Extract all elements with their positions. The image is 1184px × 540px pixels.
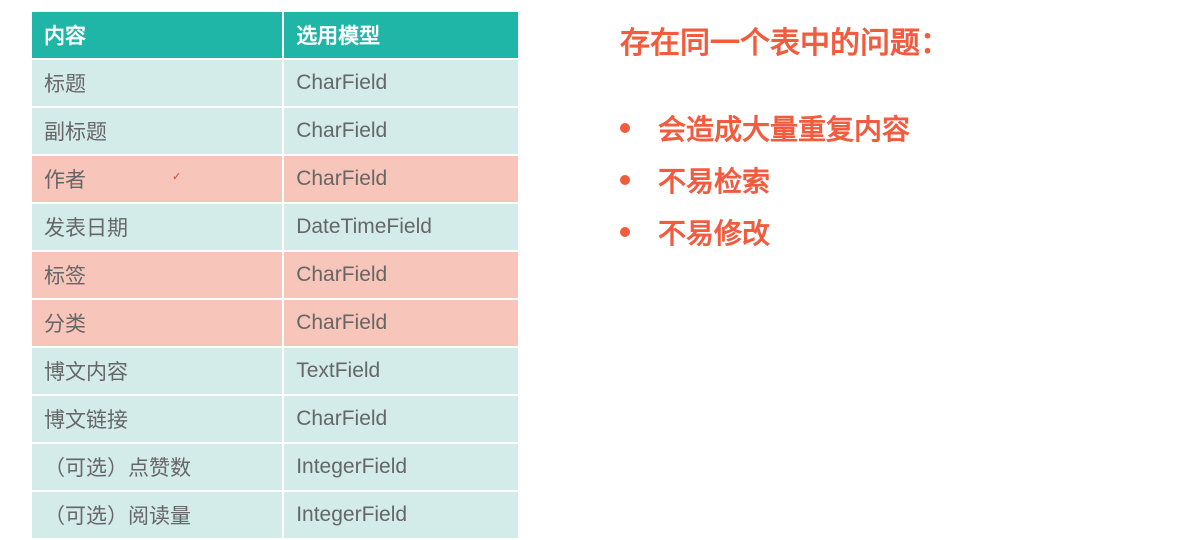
issues-panel: 存在同一个表中的问题： 会造成大量重复内容 不易检索 不易修改: [520, 10, 1154, 492]
cell-content: 标签: [31, 251, 283, 299]
model-table-panel: 内容 选用模型 标题 CharField 副标题 CharField 作者 Ch…: [30, 10, 520, 492]
table-row: 标题 CharField: [31, 59, 519, 107]
cell-model: TextField: [283, 347, 519, 395]
cell-content: 标题: [31, 59, 283, 107]
table-row: 分类 CharField: [31, 299, 519, 347]
bullet-icon: [620, 175, 630, 185]
bullet-icon: [620, 227, 630, 237]
bullet-icon: [620, 123, 630, 133]
list-item-text: 不易检索: [658, 160, 770, 200]
table-row: （可选）点赞数 IntegerField: [31, 443, 519, 491]
list-item: 不易修改: [620, 206, 1154, 258]
cell-content: （可选）阅读量: [31, 491, 283, 539]
table-row: 副标题 CharField: [31, 107, 519, 155]
model-table-body: 标题 CharField 副标题 CharField 作者 CharField …: [31, 59, 519, 539]
cell-content: 发表日期: [31, 203, 283, 251]
list-item-text: 不易修改: [658, 212, 770, 252]
cell-model: CharField: [283, 155, 519, 203]
cell-content: （可选）点赞数: [31, 443, 283, 491]
issues-heading: 存在同一个表中的问题：: [620, 18, 1154, 62]
cell-content: 副标题: [31, 107, 283, 155]
cell-content: 作者: [31, 155, 283, 203]
table-row: （可选）阅读量 IntegerField: [31, 491, 519, 539]
list-item-text: 会造成大量重复内容: [658, 108, 910, 148]
table-row: 发表日期 DateTimeField: [31, 203, 519, 251]
table-row: 博文内容 TextField: [31, 347, 519, 395]
issues-list: 会造成大量重复内容 不易检索 不易修改: [620, 102, 1154, 258]
table-row: 标签 CharField: [31, 251, 519, 299]
cell-model: CharField: [283, 395, 519, 443]
cell-model: DateTimeField: [283, 203, 519, 251]
cell-model: IntegerField: [283, 443, 519, 491]
cell-model: CharField: [283, 251, 519, 299]
cell-content: 博文内容: [31, 347, 283, 395]
header-content: 内容: [31, 11, 283, 59]
header-model: 选用模型: [283, 11, 519, 59]
cell-content: 博文链接: [31, 395, 283, 443]
cell-content: 分类: [31, 299, 283, 347]
table-row: 作者 CharField: [31, 155, 519, 203]
list-item: 不易检索: [620, 154, 1154, 206]
list-item: 会造成大量重复内容: [620, 102, 1154, 154]
cell-model: CharField: [283, 107, 519, 155]
cell-model: CharField: [283, 299, 519, 347]
model-table: 内容 选用模型 标题 CharField 副标题 CharField 作者 Ch…: [30, 10, 520, 540]
table-row: 博文链接 CharField: [31, 395, 519, 443]
cell-model: IntegerField: [283, 491, 519, 539]
cell-model: CharField: [283, 59, 519, 107]
